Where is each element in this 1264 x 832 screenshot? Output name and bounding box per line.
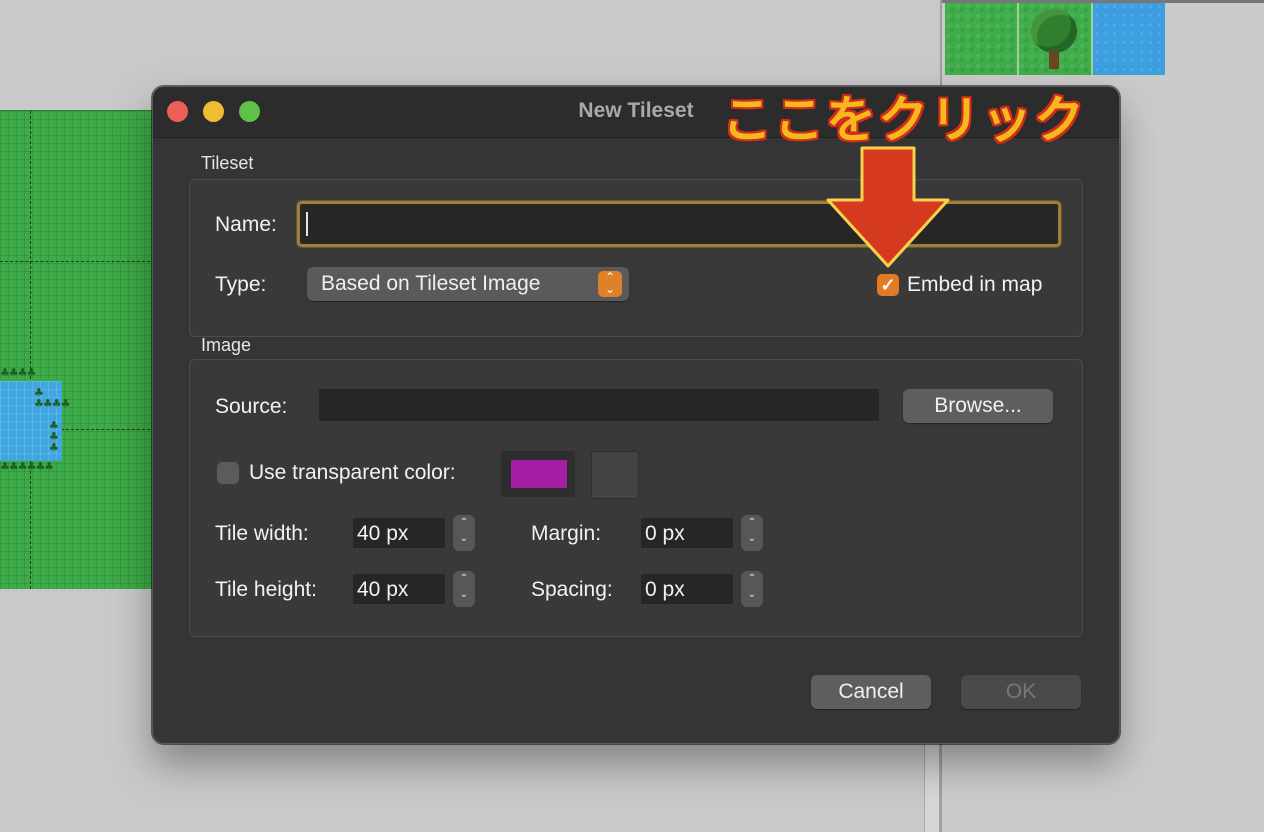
margin-input[interactable]: 0 px xyxy=(641,518,733,548)
tile-height-stepper[interactable]: ⌃ ⌄ xyxy=(453,571,475,607)
map-tree-tiles: ♣ ♣♣♣♣ ♣ ♣ ♣ xyxy=(34,386,70,454)
annotation-text: ここをクリック xyxy=(722,91,1086,149)
source-input[interactable] xyxy=(319,389,879,421)
spacing-stepper[interactable]: ⌃ ⌄ xyxy=(741,571,763,607)
type-select-value: Based on Tileset Image xyxy=(321,272,541,295)
color-reset-button[interactable] xyxy=(591,451,639,499)
tile-height-label: Tile height: xyxy=(215,578,317,601)
transparent-color-picker[interactable] xyxy=(501,451,575,497)
tile-width-label: Tile width: xyxy=(215,522,309,545)
arrow-down-icon xyxy=(826,146,950,268)
tileset-preview[interactable] xyxy=(945,3,1165,75)
tile-width-stepper[interactable]: ⌃ ⌄ xyxy=(453,515,475,551)
checkmark-icon: ✓ xyxy=(880,275,896,295)
name-label: Name: xyxy=(215,213,277,236)
ok-button[interactable]: OK xyxy=(961,675,1081,709)
new-tileset-dialog: New Tileset Tileset Name: Type: Based on… xyxy=(152,86,1120,744)
tile-tree[interactable] xyxy=(1019,3,1093,75)
panel-splitter[interactable] xyxy=(924,740,940,832)
cancel-button[interactable]: Cancel xyxy=(811,675,931,709)
embed-in-map-checkbox[interactable]: ✓ xyxy=(877,274,899,296)
map-tree-tiles: ♣♣♣♣♣♣ xyxy=(0,460,54,473)
embed-in-map-label[interactable]: Embed in map xyxy=(907,273,1042,297)
tile-grass[interactable] xyxy=(945,3,1019,75)
spacing-value: 0 px xyxy=(645,578,685,601)
map-grid-line xyxy=(0,261,155,262)
tile-height-value: 40 px xyxy=(357,578,409,601)
up-down-chevron-icon: ⌃ ⌄ xyxy=(598,271,622,297)
type-label: Type: xyxy=(215,273,267,296)
map-canvas[interactable]: ♣♣♣♣ ♣ ♣♣♣♣ ♣ ♣ ♣ ♣♣♣♣♣♣ xyxy=(0,110,155,589)
margin-value: 0 px xyxy=(645,522,685,545)
margin-label: Margin: xyxy=(531,522,602,545)
image-section-label: Image xyxy=(201,335,252,355)
tree-trunk xyxy=(1049,51,1059,69)
type-select[interactable]: Based on Tileset Image ⌃ ⌄ xyxy=(307,267,629,301)
use-transparent-color-checkbox[interactable] xyxy=(217,462,239,484)
spacing-input[interactable]: 0 px xyxy=(641,574,733,604)
map-grid-line xyxy=(30,111,31,589)
tile-water[interactable] xyxy=(1093,3,1165,75)
use-transparent-color-label[interactable]: Use transparent color: xyxy=(249,461,456,485)
tree-icon xyxy=(1031,9,1077,53)
tile-height-input[interactable]: 40 px xyxy=(353,574,445,604)
margin-stepper[interactable]: ⌃ ⌄ xyxy=(741,515,763,551)
spacing-label: Spacing: xyxy=(531,578,613,601)
source-label: Source: xyxy=(215,395,288,418)
text-caret xyxy=(306,212,308,236)
tile-width-value: 40 px xyxy=(357,522,409,545)
tileset-section-label: Tileset xyxy=(201,153,254,173)
color-swatch xyxy=(511,460,567,488)
browse-button[interactable]: Browse... xyxy=(903,389,1053,423)
map-tree-tiles: ♣♣♣♣ xyxy=(0,366,36,379)
tile-width-input[interactable]: 40 px xyxy=(353,518,445,548)
